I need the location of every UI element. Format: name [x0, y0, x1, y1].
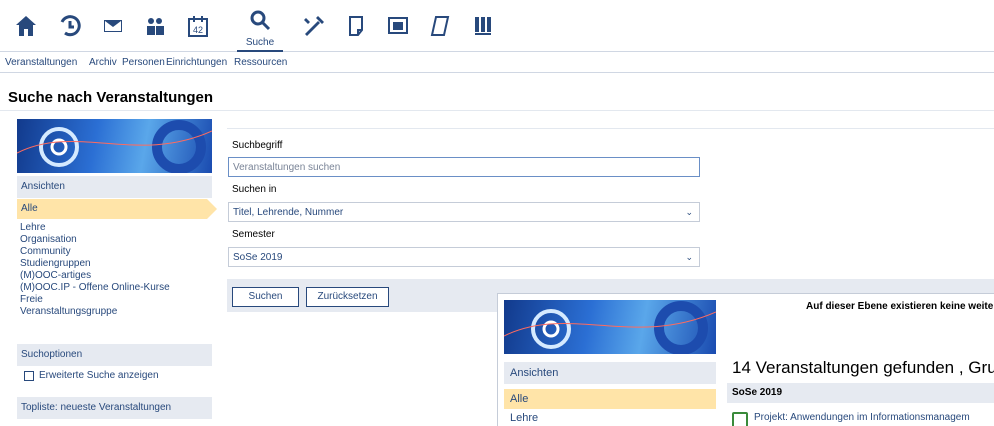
community-icon[interactable]	[137, 8, 173, 44]
reset-button[interactable]: Zurücksetzen	[306, 287, 389, 307]
search-term-label: Suchbegriff	[232, 140, 283, 151]
overlay-result-heading: 14 Veranstaltungen gefunden , Gruppie	[732, 358, 994, 377]
semester-label: Semester	[232, 229, 275, 240]
subnav-ressourcen[interactable]: Ressourcen	[234, 57, 287, 68]
toplist-heading: Topliste: neueste Veranstaltungen	[17, 397, 212, 419]
subnav-personen[interactable]: Personen	[122, 57, 165, 68]
sidebar-item-mooc-artiges[interactable]: (M)OOC-artiges	[20, 270, 91, 281]
overlay-notice: Auf dieser Ebene existieren keine weite	[806, 301, 994, 312]
sidebar-item-mooc-ip[interactable]: (M)OOC.IP - Offene Online-Kurse	[20, 282, 170, 293]
nav-search-label: Suche	[245, 37, 275, 48]
overlay-project-link[interactable]: Projekt: Anwendungen im Informationsmana…	[754, 412, 970, 423]
sidebar-item-studiengruppen[interactable]: Studiengruppen	[20, 258, 91, 269]
sidebar-item-lehre[interactable]: Lehre	[20, 222, 46, 233]
title-divider	[0, 110, 994, 111]
search-in-select[interactable]: Titel, Lehrende, Nummer ⌄	[228, 202, 700, 222]
tools-icon[interactable]	[296, 8, 332, 44]
search-icon	[250, 10, 271, 31]
search-options-heading: Suchoptionen	[17, 344, 212, 366]
search-in-value: Titel, Lehrende, Nummer	[233, 207, 344, 218]
grid-icon[interactable]	[465, 8, 501, 44]
chevron-down-icon: ⌄	[685, 207, 693, 217]
extended-search-label[interactable]: Erweiterte Suche anzeigen	[39, 370, 159, 381]
results-preview-overlay: Auf dieser Ebene existieren keine weite …	[497, 293, 994, 426]
sidebar-item-veranstaltungsgruppe[interactable]: Veranstaltungsgruppe	[20, 306, 117, 317]
semester-value: SoSe 2019	[233, 252, 283, 263]
overlay-semester-heading: SoSe 2019	[727, 383, 994, 403]
home-icon[interactable]	[8, 8, 44, 44]
subnav-veranstaltungen[interactable]: Veranstaltungen	[5, 57, 77, 68]
chevron-down-icon: ⌄	[685, 252, 693, 262]
sidebar-item-organisation[interactable]: Organisation	[20, 234, 77, 245]
courses-icon[interactable]	[380, 8, 416, 44]
overlay-item-lehre[interactable]: Lehre	[510, 412, 538, 424]
sidebar-item-freie[interactable]: Freie	[20, 294, 43, 305]
sidebar-item-alle[interactable]: Alle	[17, 199, 217, 219]
main-navigation: 42 Suche	[0, 0, 994, 52]
circle-icon[interactable]	[422, 8, 458, 44]
subnav-einrichtungen[interactable]: Einrichtungen	[166, 57, 227, 68]
nav-search[interactable]: Suche	[237, 6, 283, 52]
mail-icon[interactable]	[95, 8, 131, 44]
overlay-item-alle[interactable]: Alle	[504, 389, 716, 409]
search-button[interactable]: Suchen	[232, 287, 299, 307]
calendar-icon[interactable]: 42	[180, 8, 216, 44]
overlay-logo-image	[503, 300, 717, 355]
search-input[interactable]: Veranstaltungen suchen	[228, 157, 700, 177]
project-icon	[732, 412, 748, 426]
sub-navigation: Veranstaltungen Archiv Personen Einricht…	[0, 53, 994, 73]
calendar-number: 42	[193, 25, 203, 35]
sidebar-logo-image	[17, 119, 212, 173]
activity-icon[interactable]	[52, 8, 88, 44]
sidebar-views-heading: Ansichten	[17, 176, 212, 198]
overlay-views-heading: Ansichten	[504, 362, 716, 384]
subnav-archiv[interactable]: Archiv	[89, 57, 117, 68]
search-in-label: Suchen in	[232, 184, 277, 195]
semester-select[interactable]: SoSe 2019 ⌄	[228, 247, 700, 267]
sidebar-item-community[interactable]: Community	[20, 246, 71, 257]
files-icon[interactable]	[338, 8, 374, 44]
extended-search-checkbox[interactable]	[24, 371, 34, 381]
page-title: Suche nach Veranstaltungen	[8, 89, 214, 106]
